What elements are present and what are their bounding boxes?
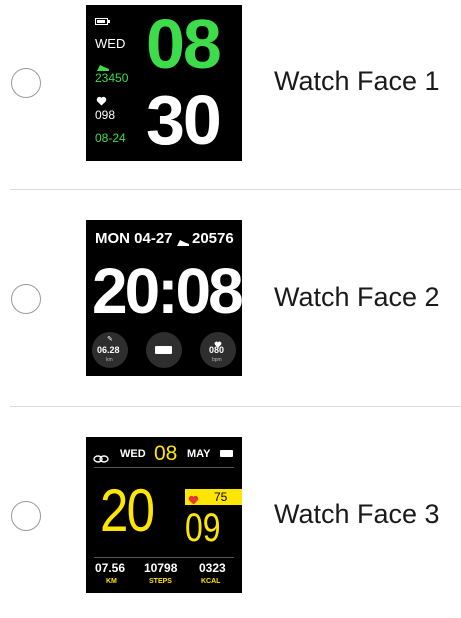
heart-rate-circle: 080 bpm [200, 332, 236, 368]
radio-button-watch-face-2[interactable] [11, 284, 41, 314]
battery-circle [146, 332, 182, 368]
link-icon [93, 450, 109, 468]
calories-value: 0323 [199, 561, 226, 575]
minute-digits: 09 [185, 506, 221, 550]
watch-face-2-preview: MON 04-27 20576 20:08 ✎ 06.28 km 080 bpm [86, 220, 242, 376]
date-line-text: MON 04-27 [95, 230, 173, 247]
steps-value: 10798 [144, 561, 178, 575]
battery-icon [95, 18, 110, 25]
heart-rate-unit: bpm [212, 357, 222, 363]
top-separator [94, 467, 234, 468]
battery-icon [155, 346, 172, 354]
steps-count: 23450 [95, 71, 129, 85]
hour-digits: 20 [100, 477, 155, 544]
heart-rate-banner: 75 [185, 489, 242, 505]
bottom-separator [94, 557, 234, 558]
heart-rate-value: 75 [214, 490, 228, 504]
month-text: MAY [187, 448, 211, 460]
day-number: 08 [154, 442, 178, 465]
calories-unit: KCAL [201, 578, 221, 585]
distance-unit: km [106, 357, 113, 363]
minute-digits: 30 [146, 81, 222, 159]
distance-value: 07.56 [95, 561, 126, 575]
distance-value: 06.28 [97, 345, 120, 355]
date-text: 08-24 [95, 131, 126, 145]
radio-button-watch-face-3[interactable] [11, 501, 41, 531]
hour-digits: 08 [146, 5, 222, 83]
watch-face-3-preview: WED 08 MAY 20 75 09 07.56 KM 10798 STEPS… [86, 437, 242, 593]
steps-count: 20576 [192, 230, 234, 247]
weekday-text: WED [95, 36, 126, 51]
watch-face-1-preview: WED 23450 098 08-24 08 30 [86, 5, 242, 161]
distance-unit: KM [106, 578, 117, 585]
heart-rate-value: 098 [95, 108, 116, 122]
weekday-text: WED [120, 448, 146, 460]
watch-face-3-label: Watch Face 3 [274, 499, 440, 529]
heart-rate-value: 080 [209, 345, 225, 355]
location-icon: ✎ [107, 336, 113, 343]
watch-face-2-label: Watch Face 2 [274, 282, 440, 312]
shoe-icon [176, 234, 190, 252]
watch-face-1-label: Watch Face 1 [274, 66, 440, 96]
distance-circle: ✎ 06.28 km [92, 332, 128, 368]
watch-face-option-1[interactable]: WED 23450 098 08-24 08 30 Watch Face 1 [0, 0, 461, 190]
watch-face-option-3[interactable]: WED 08 MAY 20 75 09 07.56 KM 10798 STEPS… [0, 407, 461, 597]
time-digits: 20:08 [92, 255, 242, 327]
watch-face-option-2[interactable]: MON 04-27 20576 20:08 ✎ 06.28 km 080 bpm… [0, 190, 461, 380]
radio-button-watch-face-1[interactable] [11, 68, 41, 98]
steps-unit: STEPS [149, 578, 172, 585]
battery-icon [220, 450, 233, 457]
